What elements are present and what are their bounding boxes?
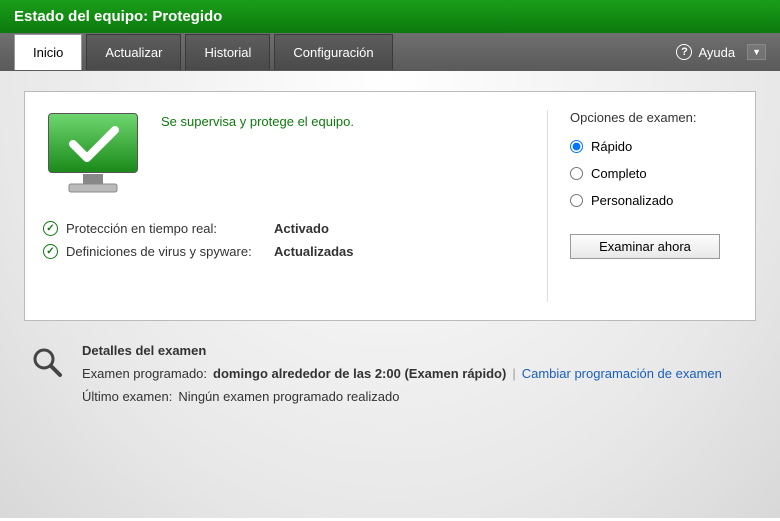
details-title: Detalles del examen: [82, 343, 750, 358]
status-header-text: Estado del equipo: Protegido: [14, 8, 222, 25]
definitions-row: ✓ Definiciones de virus y spyware: Actua…: [43, 244, 547, 259]
last-scan-value: Ningún examen programado realizado: [178, 389, 399, 404]
radio-custom[interactable]: [570, 194, 583, 207]
tab-settings[interactable]: Configuración: [274, 34, 392, 70]
scheduled-label: Examen programado:: [82, 366, 207, 381]
tab-settings-label: Configuración: [293, 45, 373, 60]
check-icon: ✓: [43, 244, 58, 259]
scan-details: Detalles del examen Examen programado: d…: [24, 343, 756, 412]
radio-full-label: Completo: [591, 166, 647, 181]
divider: |: [512, 366, 515, 381]
scan-options-title: Opciones de examen:: [570, 110, 737, 125]
scan-now-button[interactable]: Examinar ahora: [570, 234, 720, 259]
status-header: Estado del equipo: Protegido: [0, 0, 780, 33]
radio-quick[interactable]: [570, 140, 583, 153]
scan-option-custom[interactable]: Personalizado: [570, 193, 737, 208]
scheduled-value: domingo alrededor de las 2:00 (Examen rá…: [213, 366, 506, 381]
tab-home-label: Inicio: [33, 45, 63, 60]
check-icon: ✓: [43, 221, 58, 236]
scan-option-full[interactable]: Completo: [570, 166, 737, 181]
tab-bar: Inicio Actualizar Historial Configuració…: [0, 33, 780, 71]
radio-full[interactable]: [570, 167, 583, 180]
radio-quick-label: Rápido: [591, 139, 632, 154]
help-link[interactable]: ? Ayuda ▼: [676, 44, 766, 60]
tab-history-label: Historial: [204, 45, 251, 60]
change-schedule-link[interactable]: Cambiar programación de examen: [522, 366, 722, 381]
scan-now-label: Examinar ahora: [599, 239, 691, 254]
tab-update[interactable]: Actualizar: [86, 34, 181, 70]
tab-home[interactable]: Inicio: [14, 34, 82, 70]
scan-options-panel: Opciones de examen: Rápido Completo Pers…: [547, 110, 737, 302]
status-message: Se supervisa y protege el equipo.: [161, 110, 354, 129]
realtime-value: Activado: [274, 221, 329, 236]
magnifier-icon: [30, 343, 68, 412]
main-panel: Se supervisa y protege el equipo. ✓ Prot…: [24, 91, 756, 321]
radio-custom-label: Personalizado: [591, 193, 673, 208]
panel-left: Se supervisa y protege el equipo. ✓ Prot…: [43, 110, 547, 302]
help-label: Ayuda: [698, 45, 735, 60]
realtime-protection-row: ✓ Protección en tiempo real: Activado: [43, 221, 547, 236]
definitions-value: Actualizadas: [274, 244, 353, 259]
monitor-icon: [43, 110, 143, 203]
help-icon: ?: [676, 44, 692, 60]
tab-update-label: Actualizar: [105, 45, 162, 60]
scan-option-quick[interactable]: Rápido: [570, 139, 737, 154]
realtime-label: Protección en tiempo real:: [66, 221, 266, 236]
tab-history[interactable]: Historial: [185, 34, 270, 70]
content-area: Se supervisa y protege el equipo. ✓ Prot…: [0, 71, 780, 518]
definitions-label: Definiciones de virus y spyware:: [66, 244, 266, 259]
last-scan-label: Último examen:: [82, 389, 172, 404]
help-dropdown-icon[interactable]: ▼: [747, 44, 766, 60]
